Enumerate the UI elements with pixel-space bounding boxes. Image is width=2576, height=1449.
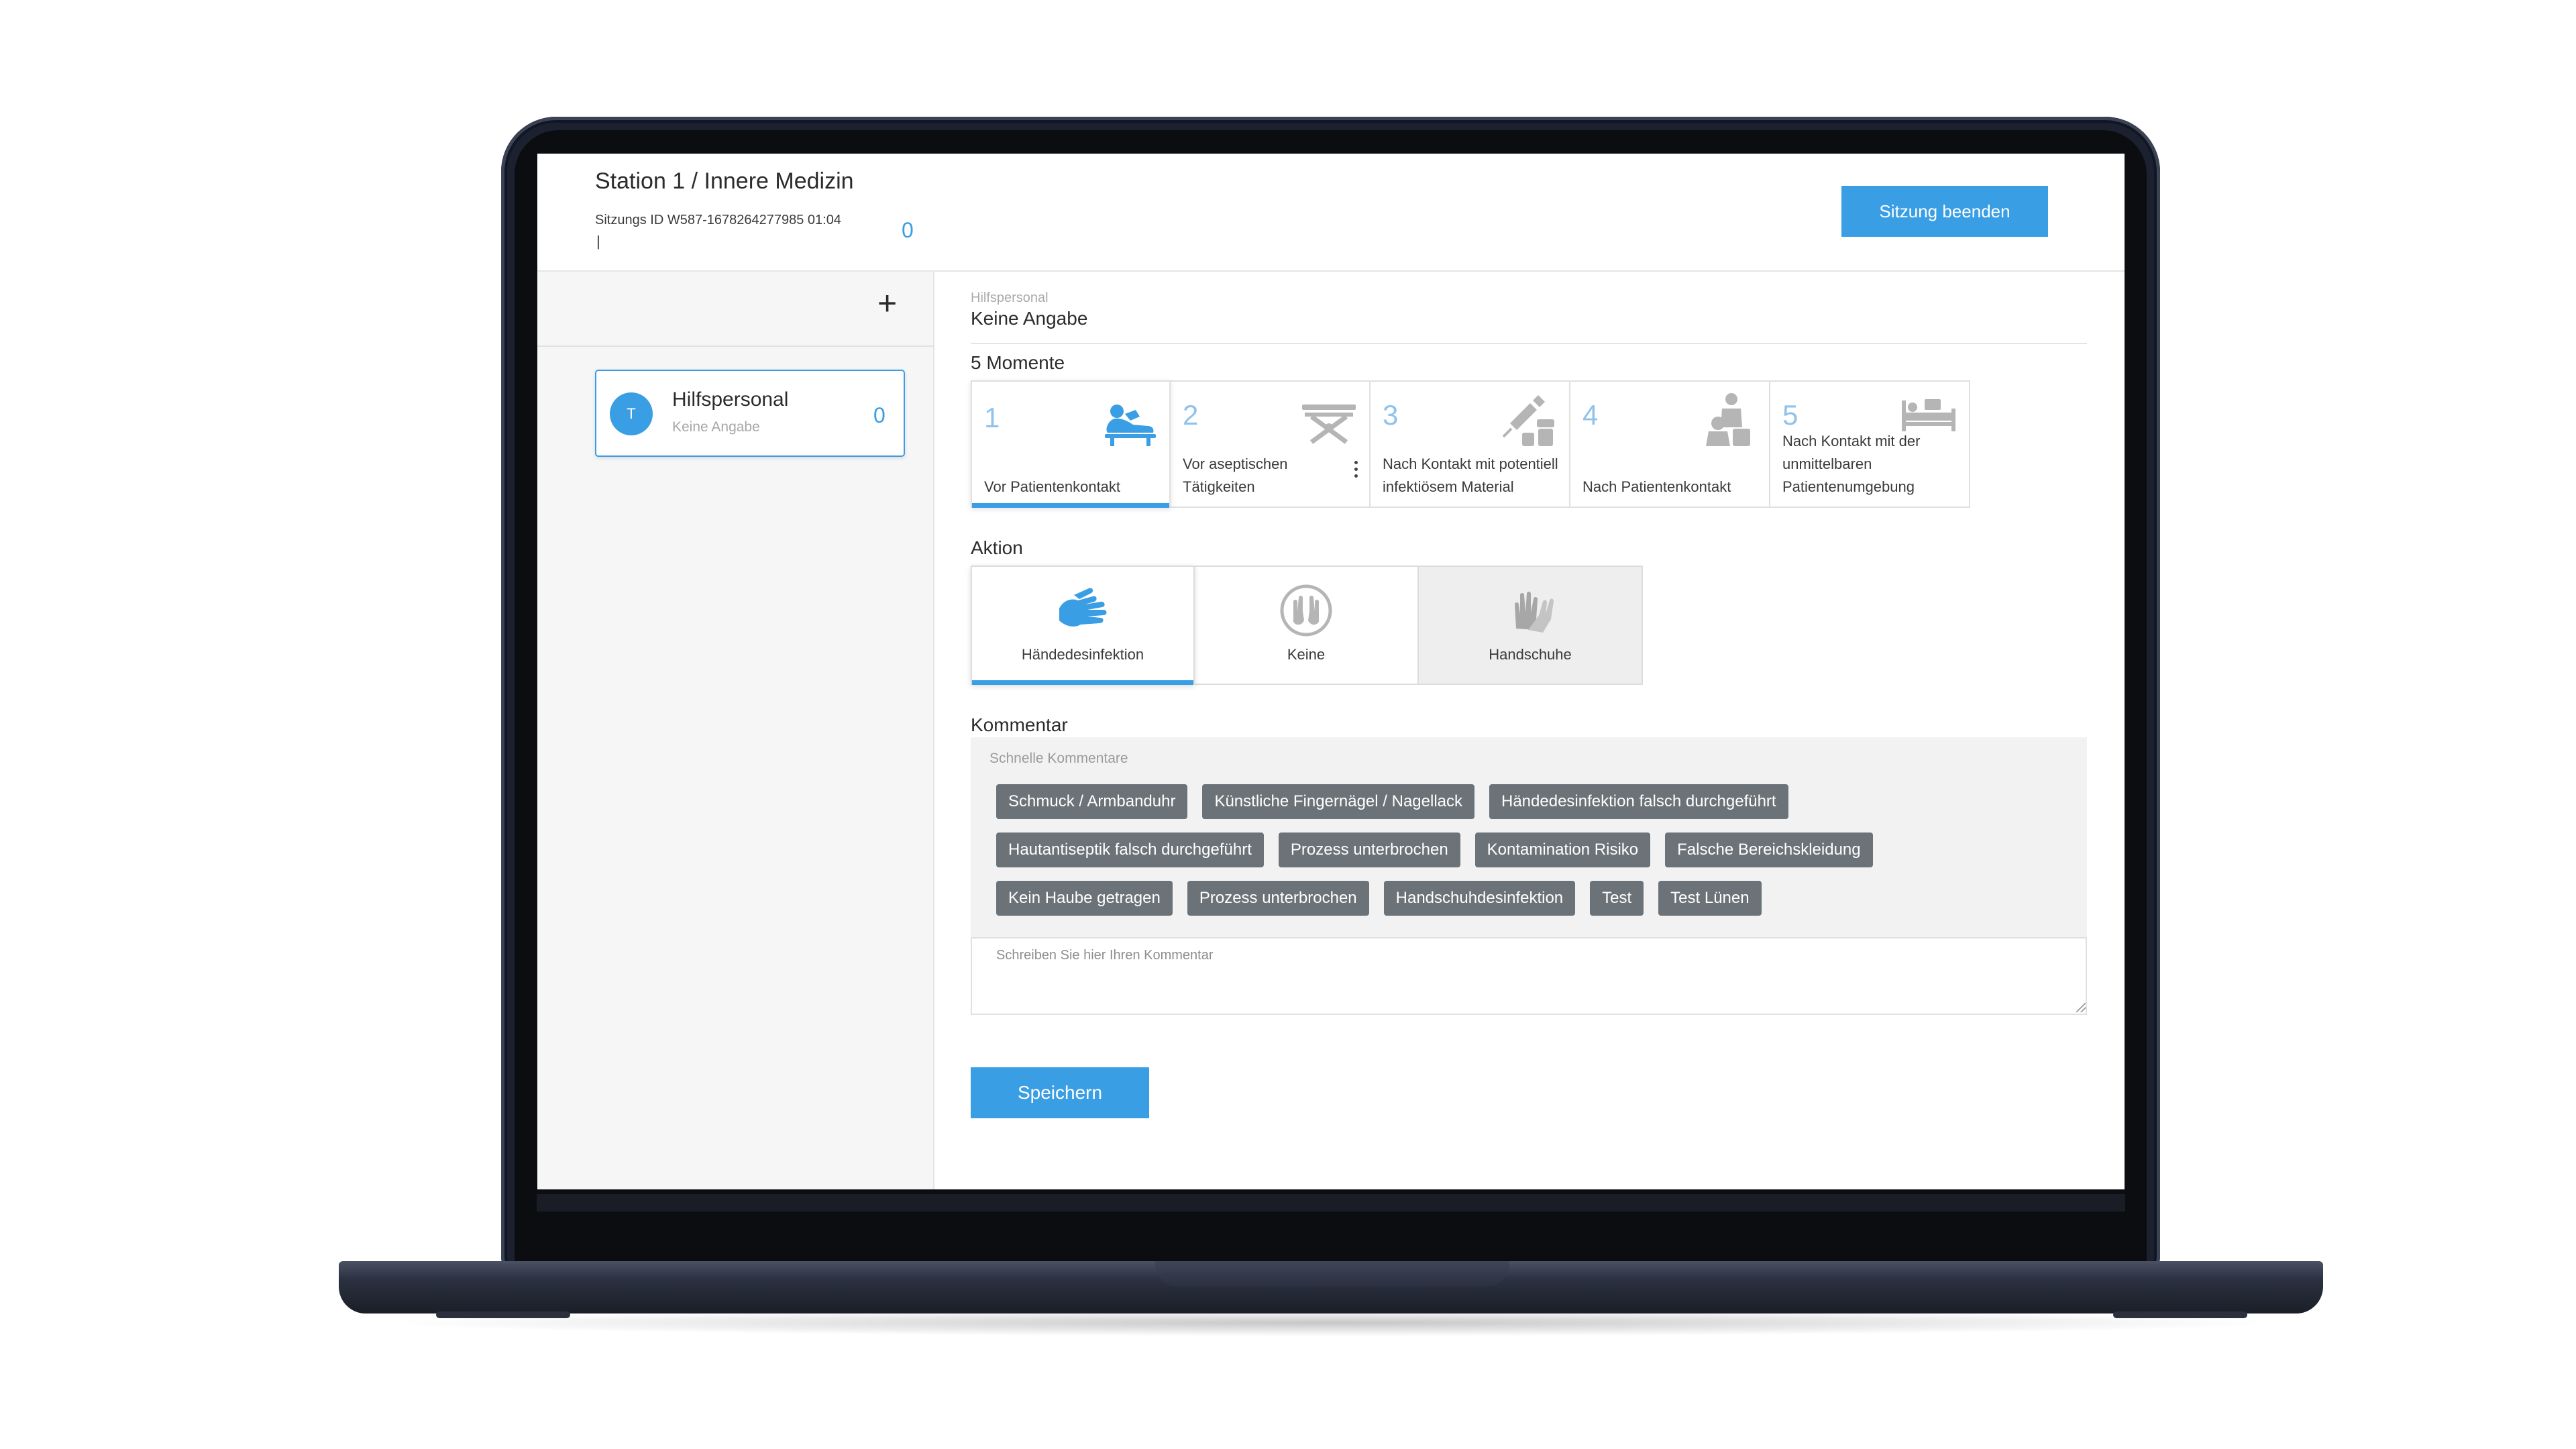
observation-form: Hilfspersonal Keine Angabe 5 Momente 1 V… xyxy=(934,272,2125,1189)
action-label: Handschuhe xyxy=(1489,646,1572,663)
comment-textarea[interactable] xyxy=(971,937,2087,1015)
action-hand-disinfection-button[interactable]: Händedesinfektion xyxy=(971,566,1195,685)
plus-icon[interactable]: + xyxy=(877,286,897,320)
moment-4-button[interactable]: 4 Nach Patientenkontakt xyxy=(1570,380,1770,508)
laptop-notch xyxy=(1155,1261,1509,1287)
session-count: 0 xyxy=(902,218,914,242)
moment-3-button[interactable]: 3 Nach Kontakt mit potentiell infektiöse… xyxy=(1371,380,1570,508)
quick-comment-chip[interactable]: Prozess unterbrochen xyxy=(1278,833,1460,867)
app-header: Station 1 / Innere Medizin Sitzungs ID W… xyxy=(537,154,2125,272)
selected-role-label: Hilfspersonal xyxy=(971,290,1049,305)
action-title: Aktion xyxy=(971,537,1023,558)
quick-comment-chip[interactable]: Kein Haube getragen xyxy=(996,881,1173,916)
moments-title: 5 Momente xyxy=(971,352,1065,373)
action-selector: Händedesinfektion Keine Handschuhe xyxy=(971,566,1643,685)
selected-role-value: Keine Angabe xyxy=(971,308,1088,329)
quick-comments-title: Schnelle Kommentare xyxy=(989,751,1128,766)
quick-comment-chips: Schmuck / Armbanduhr Künstliche Fingernä… xyxy=(996,784,2070,929)
quick-comment-chip[interactable]: Falsche Bereichskleidung xyxy=(1665,833,1873,867)
quick-comment-chip[interactable]: Kontamination Risiko xyxy=(1474,833,1651,867)
hand-disinfection-icon xyxy=(1059,588,1107,627)
quick-comment-chip[interactable]: Schmuck / Armbanduhr xyxy=(996,784,1188,819)
laptop-shadow xyxy=(376,1309,2288,1336)
person-name: Hilfspersonal xyxy=(672,388,789,411)
quick-comments-panel: Schnelle Kommentare Schmuck / Armbanduhr… xyxy=(971,737,2087,938)
moment-number: 5 xyxy=(1782,399,1799,431)
action-label: Keine xyxy=(1287,646,1326,663)
action-label: Händedesinfektion xyxy=(1021,646,1144,663)
moment-label: Vor Patientenkontakt xyxy=(984,478,1121,495)
resize-handle-icon[interactable] xyxy=(2076,1003,2086,1012)
divider xyxy=(971,343,2087,344)
syringe-icon xyxy=(1502,395,1554,446)
laptop-foot-right xyxy=(2113,1311,2247,1318)
person-subtitle: Keine Angabe xyxy=(672,419,760,435)
moment-label: Nach Kontakt mit potentiell infektiösem … xyxy=(1383,455,1558,495)
moment-number: 4 xyxy=(1582,399,1599,431)
sidebar-toolbar: + xyxy=(537,272,933,347)
app-window: Station 1 / Innere Medizin Sitzungs ID W… xyxy=(537,154,2125,1189)
end-session-button[interactable]: Sitzung beenden xyxy=(1841,186,2048,237)
quick-comment-chip[interactable]: Test Lünen xyxy=(1658,881,1762,916)
quick-comment-chip[interactable]: Künstliche Fingernägel / Nagellack xyxy=(1202,784,1474,819)
moment-label: Nach Patientenkontakt xyxy=(1582,478,1731,495)
action-none-button[interactable]: Keine xyxy=(1195,566,1419,685)
aseptic-table-icon xyxy=(1302,405,1356,444)
save-button[interactable]: Speichern xyxy=(971,1067,1149,1118)
person-count: 0 xyxy=(873,403,885,427)
quick-comment-chip[interactable]: Hautantiseptik falsch durchgeführt xyxy=(996,833,1264,867)
laptop-chin xyxy=(537,1194,2125,1212)
laptop-foot-left xyxy=(436,1311,570,1318)
moments-selector: 1 Vor Patientenkontakt 2 Vor aseptischen… xyxy=(971,380,1970,508)
session-cursor: | xyxy=(596,233,600,250)
session-id: Sitzungs ID W587-1678264277985 01:04 xyxy=(595,213,841,227)
moment-label: Vor aseptischen Tätigkeiten xyxy=(1183,455,1288,495)
moment-label: Nach Kontakt mit der unmittelbaren Patie… xyxy=(1782,433,1921,495)
moment-1-button[interactable]: 1 Vor Patientenkontakt xyxy=(971,380,1171,508)
gloves-icon xyxy=(1515,592,1554,633)
page-title: Station 1 / Innere Medizin xyxy=(595,168,854,194)
person-sidebar: + T Hilfspersonal Keine Angabe 0 xyxy=(537,272,934,1189)
action-gloves-button[interactable]: Handschuhe xyxy=(1419,566,1643,685)
no-action-hands-icon xyxy=(1280,584,1332,637)
quick-comment-chip[interactable]: Händedesinfektion falsch durchgeführt xyxy=(1489,784,1788,819)
person-card[interactable]: T Hilfspersonal Keine Angabe 0 xyxy=(595,370,905,457)
moment-number: 1 xyxy=(984,402,1000,433)
quick-comment-chip[interactable]: Handschuhdesinfektion xyxy=(1383,881,1576,916)
comment-title: Kommentar xyxy=(971,714,1068,735)
moment-5-button[interactable]: 5 Nach Kontakt mit der unmittelbaren Pat… xyxy=(1770,380,1970,508)
avatar: T xyxy=(610,392,653,435)
quick-comment-chip[interactable]: Test xyxy=(1590,881,1644,916)
moment-2-button[interactable]: 2 Vor aseptischen Tätigkeiten xyxy=(1171,380,1371,508)
moment-number: 3 xyxy=(1383,399,1399,431)
moment-number: 2 xyxy=(1183,399,1199,431)
quick-comment-chip[interactable]: Prozess unterbrochen xyxy=(1187,881,1369,916)
patient-contact-icon xyxy=(1706,393,1750,446)
patient-bed-icon xyxy=(1105,405,1156,446)
